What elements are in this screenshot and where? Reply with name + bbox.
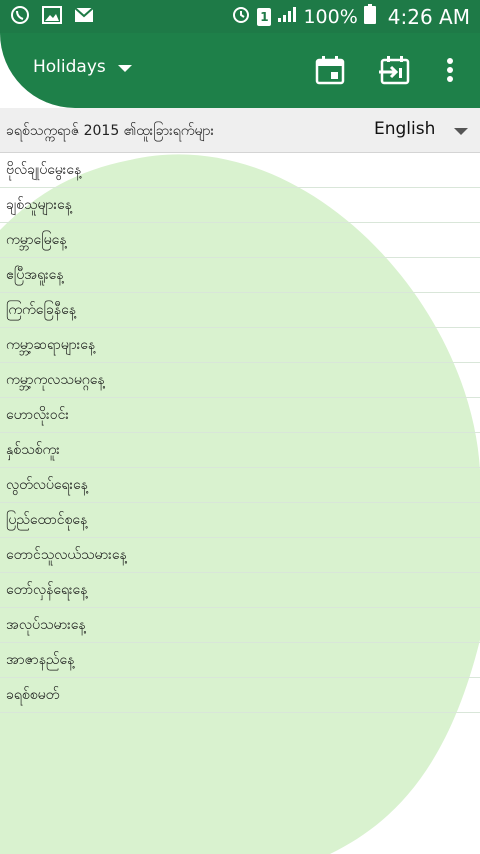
mail-icon <box>74 6 94 27</box>
status-time: 4:26 AM <box>387 4 470 29</box>
list-item[interactable]: ဟောလိုးဝင်း <box>0 398 480 433</box>
overflow-menu-button[interactable] <box>432 52 468 88</box>
holiday-type-dropdown[interactable]: Holidays <box>33 57 132 77</box>
list-item[interactable]: ကမ္ဘာမြေနေ့ <box>0 223 480 258</box>
list-item[interactable]: နှစ်သစ်ကူး <box>0 433 480 468</box>
language-selector[interactable]: English <box>374 119 435 139</box>
sim-slot-icon: 1 <box>257 7 272 26</box>
more-vert-icon <box>447 58 453 82</box>
list-item[interactable]: ချစ်သူများနေ့ <box>0 188 480 223</box>
signal-icon <box>277 5 297 28</box>
calendar-icon <box>315 56 345 85</box>
chevron-down-icon <box>117 64 132 72</box>
list-header: ခရစ်သက္ကရာဇ် 2015 ၏ထူးခြားရက်များ Englis… <box>0 108 480 153</box>
alarm-icon <box>231 4 251 29</box>
gallery-icon <box>42 5 62 28</box>
calendar-import-icon <box>379 56 410 85</box>
list-item[interactable]: ဗိုလ်ချုပ်မွေးနေ့ <box>0 153 480 188</box>
list-item[interactable]: အလုပ်သမားနေ့ <box>0 608 480 643</box>
battery-icon <box>363 4 376 29</box>
list-item[interactable]: ကမ္ဘာ့ကုလသမဂ္ဂနေ့ <box>0 363 480 398</box>
go-to-date-button[interactable] <box>376 52 412 88</box>
app-bar: Holidays <box>0 33 480 108</box>
list-item[interactable]: ခရစ်စမတ် <box>0 678 480 713</box>
list-item[interactable]: အာဇာနည်နေ့ <box>0 643 480 678</box>
list-item[interactable]: ပြည်ထောင်စုနေ့ <box>0 503 480 538</box>
list-item[interactable]: လွတ်လပ်ရေးနေ့ <box>0 468 480 503</box>
list-item[interactable]: ဧပြီအရူးနေ့ <box>0 258 480 293</box>
list-item[interactable]: ကမ္ဘာ့ဆရာများနေ့ <box>0 328 480 363</box>
chevron-down-icon[interactable] <box>454 128 468 135</box>
app-title: Holidays <box>33 57 106 77</box>
list-item[interactable]: တောင်သူလယ်သမားနေ့ <box>0 538 480 573</box>
list-item[interactable]: ကြက်ခြေနီနေ့ <box>0 293 480 328</box>
whatsapp-icon <box>10 5 30 29</box>
list-item[interactable]: တော်လှန်ရေးနေ့ <box>0 573 480 608</box>
calendar-button[interactable] <box>312 52 348 88</box>
battery-percent: 100% <box>303 5 358 28</box>
status-bar: 1 100% 4:26 AM <box>0 0 480 33</box>
list-header-title: ခရစ်သက္ကရာဇ် 2015 ၏ထူးခြားရက်များ <box>6 123 215 139</box>
holiday-list: ဗိုလ်ချုပ်မွေးနေ့ ချစ်သူများနေ့ ကမ္ဘာမြေ… <box>0 153 480 713</box>
